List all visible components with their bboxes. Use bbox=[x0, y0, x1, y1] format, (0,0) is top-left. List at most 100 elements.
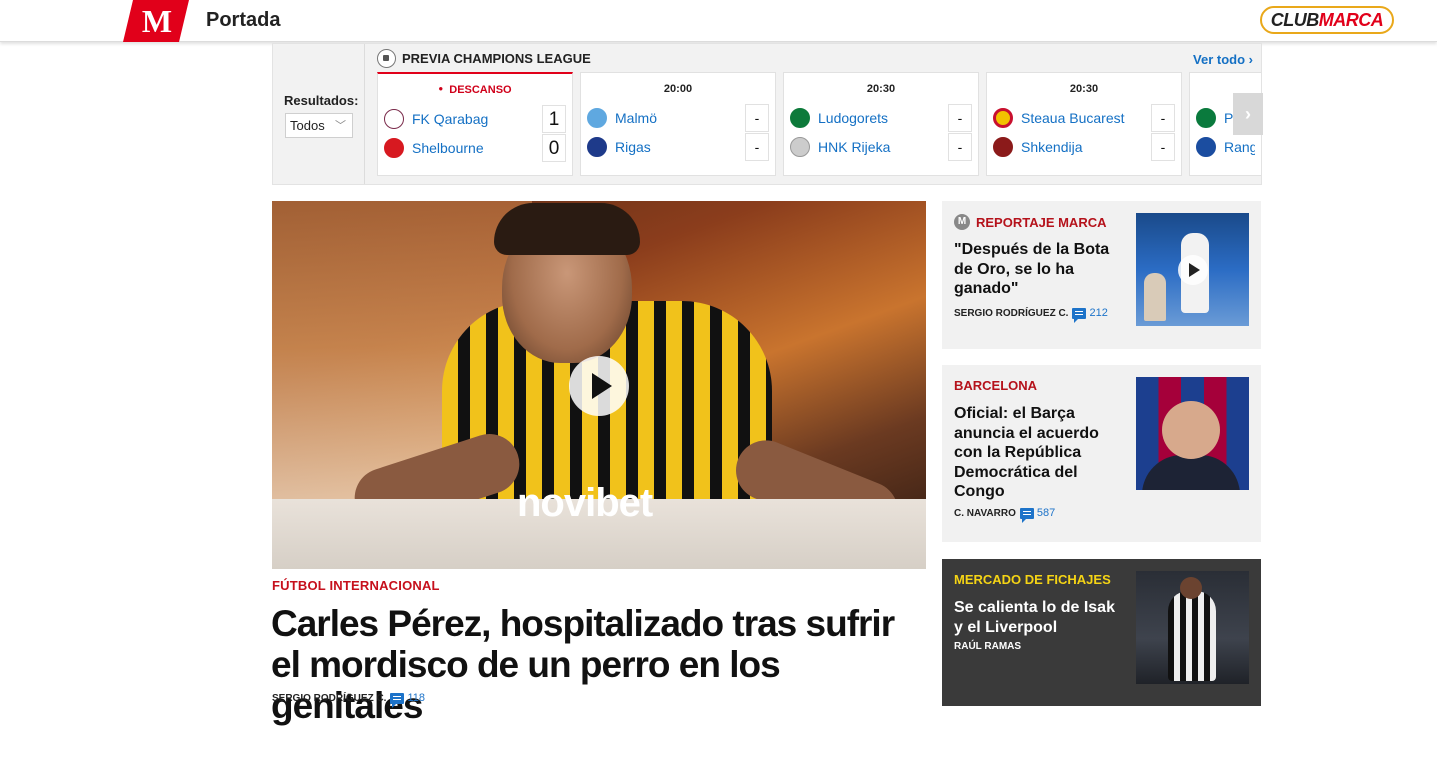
story-thumbnail[interactable] bbox=[1136, 377, 1249, 490]
shkendija-crest-icon bbox=[993, 137, 1013, 157]
score: - bbox=[948, 133, 972, 161]
kicker-text: REPORTAJE MARCA bbox=[976, 214, 1107, 230]
comment-icon[interactable] bbox=[390, 692, 405, 708]
team-name[interactable]: Malmö bbox=[615, 110, 745, 126]
play-video-icon[interactable] bbox=[1178, 255, 1208, 285]
author: RAÚL RAMAS bbox=[954, 641, 1022, 652]
main-story-image[interactable]: novibet bbox=[272, 201, 926, 569]
clubmarca-button[interactable]: CLUB MARCA bbox=[1260, 6, 1394, 34]
author: C. NAVARRO bbox=[954, 507, 1016, 519]
story-thumbnail[interactable] bbox=[1136, 571, 1249, 684]
score: 0 bbox=[542, 134, 566, 162]
match-card[interactable]: DESCANSO FK Qarabag 1 Shelbourne 0 bbox=[377, 72, 573, 176]
story-title[interactable]: "Después de la Bota de Oro, se lo ha gan… bbox=[954, 240, 1126, 299]
story-kicker: M REPORTAJE MARCA bbox=[954, 214, 1107, 230]
team-name[interactable]: Shelbourne bbox=[412, 140, 542, 156]
comment-count[interactable]: 212 bbox=[1089, 307, 1107, 319]
story-title[interactable]: Oficial: el Barça anuncia el acuerdo con… bbox=[954, 404, 1126, 502]
score: - bbox=[1151, 104, 1175, 132]
chevron-right-icon[interactable]: › bbox=[1233, 93, 1263, 135]
clubmarca-marca: MARCA bbox=[1318, 9, 1384, 30]
match-card[interactable]: 20:30 Steaua Bucarest - Shkendija - bbox=[986, 72, 1182, 176]
team-name[interactable]: Steaua Bucarest bbox=[1021, 110, 1151, 126]
score: - bbox=[948, 104, 972, 132]
story-kicker: MERCADO DE FICHAJES bbox=[954, 572, 1111, 587]
comment-count[interactable]: 118 bbox=[407, 692, 425, 704]
play-video-icon[interactable] bbox=[569, 356, 629, 416]
score: - bbox=[745, 104, 769, 132]
person-suit bbox=[1142, 455, 1240, 490]
malmo-crest-icon bbox=[587, 108, 607, 128]
jersey-sponsor: novibet bbox=[517, 481, 653, 525]
match-status: DESCANSO bbox=[378, 84, 572, 96]
statue-figure bbox=[1144, 273, 1166, 321]
away-team-row: Rigas - bbox=[587, 133, 769, 161]
match-card[interactable]: 20:00 Malmö - Rigas - bbox=[580, 72, 776, 176]
side-story[interactable]: MERCADO DE FICHAJES Se calienta lo de Is… bbox=[942, 559, 1261, 706]
player-figure bbox=[1168, 591, 1216, 681]
person-head bbox=[1162, 401, 1220, 459]
score: - bbox=[1151, 133, 1175, 161]
team-name[interactable]: Ludogorets bbox=[818, 110, 948, 126]
away-team-row: HNK Rijeka - bbox=[790, 133, 972, 161]
filter-value: Todos bbox=[290, 118, 325, 133]
side-story[interactable]: M REPORTAJE MARCA "Después de la Bota de… bbox=[942, 201, 1261, 349]
team-name[interactable]: HNK Rijeka bbox=[818, 139, 948, 155]
rijeka-crest-icon bbox=[790, 137, 810, 157]
top-header: M Portada CLUB MARCA bbox=[0, 0, 1437, 42]
side-story[interactable]: BARCELONA Oficial: el Barça anuncia el a… bbox=[942, 365, 1261, 542]
away-team-row: Shkendija - bbox=[993, 133, 1175, 161]
clubmarca-club: CLUB bbox=[1270, 9, 1320, 30]
results-filter-select[interactable]: Todos ﹀ bbox=[285, 113, 353, 138]
filter-label: Resultados: bbox=[284, 93, 359, 108]
player-head bbox=[1180, 577, 1202, 599]
team-name[interactable]: Range bbox=[1224, 139, 1255, 155]
story-byline: SERGIO RODRÍGUEZ C. 212 bbox=[954, 307, 1108, 323]
team-name[interactable]: FK Qarabag bbox=[412, 111, 542, 127]
shelbourne-crest-icon bbox=[384, 138, 404, 158]
panathinaikos-crest-icon bbox=[1196, 108, 1216, 128]
ludogorets-crest-icon bbox=[790, 108, 810, 128]
kicker-text: MERCADO DE FICHAJES bbox=[954, 572, 1111, 587]
rangers-crest-icon bbox=[1196, 137, 1216, 157]
team-name[interactable]: Shkendija bbox=[1021, 139, 1151, 155]
story-title[interactable]: Se calienta lo de Isak y el Liverpool bbox=[954, 598, 1126, 637]
match-time: 20:30 bbox=[1069, 83, 1099, 95]
player-hair bbox=[494, 203, 640, 255]
home-team-row: Ludogorets - bbox=[790, 104, 972, 132]
match-time: 20:30 bbox=[866, 83, 896, 95]
qarabag-crest-icon bbox=[384, 109, 404, 129]
marca-badge-icon: M bbox=[954, 214, 970, 230]
page-title: Portada bbox=[206, 9, 281, 31]
home-team-row: FK Qarabag 1 bbox=[384, 105, 566, 133]
main-story-kicker[interactable]: FÚTBOL INTERNACIONAL bbox=[272, 578, 440, 593]
home-team-row: Steaua Bucarest - bbox=[993, 104, 1175, 132]
marca-logo[interactable]: M bbox=[123, 0, 189, 42]
rigas-crest-icon bbox=[587, 137, 607, 157]
score: - bbox=[745, 133, 769, 161]
chevron-down-icon: ﹀ bbox=[335, 120, 346, 132]
score: 1 bbox=[542, 105, 566, 133]
see-all-link[interactable]: Ver todo › bbox=[1193, 52, 1253, 67]
results-filter: Resultados: Todos ﹀ bbox=[273, 44, 365, 184]
logo-letter: M bbox=[141, 2, 173, 39]
comment-icon[interactable] bbox=[1072, 307, 1087, 323]
kicker-text: BARCELONA bbox=[954, 378, 1038, 393]
comment-icon[interactable] bbox=[1019, 507, 1034, 523]
author: SERGIO RODRÍGUEZ C. bbox=[272, 692, 387, 704]
main-story-byline: SERGIO RODRÍGUEZ C. 118 bbox=[272, 692, 425, 708]
away-team-row: Shelbourne 0 bbox=[384, 134, 566, 162]
story-thumbnail[interactable] bbox=[1136, 213, 1249, 326]
match-card[interactable]: 20:30 Ludogorets - HNK Rijeka - bbox=[783, 72, 979, 176]
live-scores-widget: Resultados: Todos ﹀ PREVIA CHAMPIONS LEA… bbox=[272, 43, 1263, 185]
competition-header: PREVIA CHAMPIONS LEAGUE bbox=[377, 49, 591, 68]
comment-count[interactable]: 587 bbox=[1037, 507, 1055, 519]
author: SERGIO RODRÍGUEZ C. bbox=[954, 307, 1069, 319]
story-kicker: BARCELONA bbox=[954, 378, 1037, 393]
football-icon bbox=[377, 49, 396, 68]
team-name[interactable]: Rigas bbox=[615, 139, 745, 155]
main-story-headline[interactable]: Carles Pérez, hospitalizado tras sufrir … bbox=[271, 603, 931, 726]
competition-title: PREVIA CHAMPIONS LEAGUE bbox=[402, 51, 591, 66]
steaua-crest-icon bbox=[993, 108, 1013, 128]
story-byline: C. NAVARRO 587 bbox=[954, 507, 1055, 523]
